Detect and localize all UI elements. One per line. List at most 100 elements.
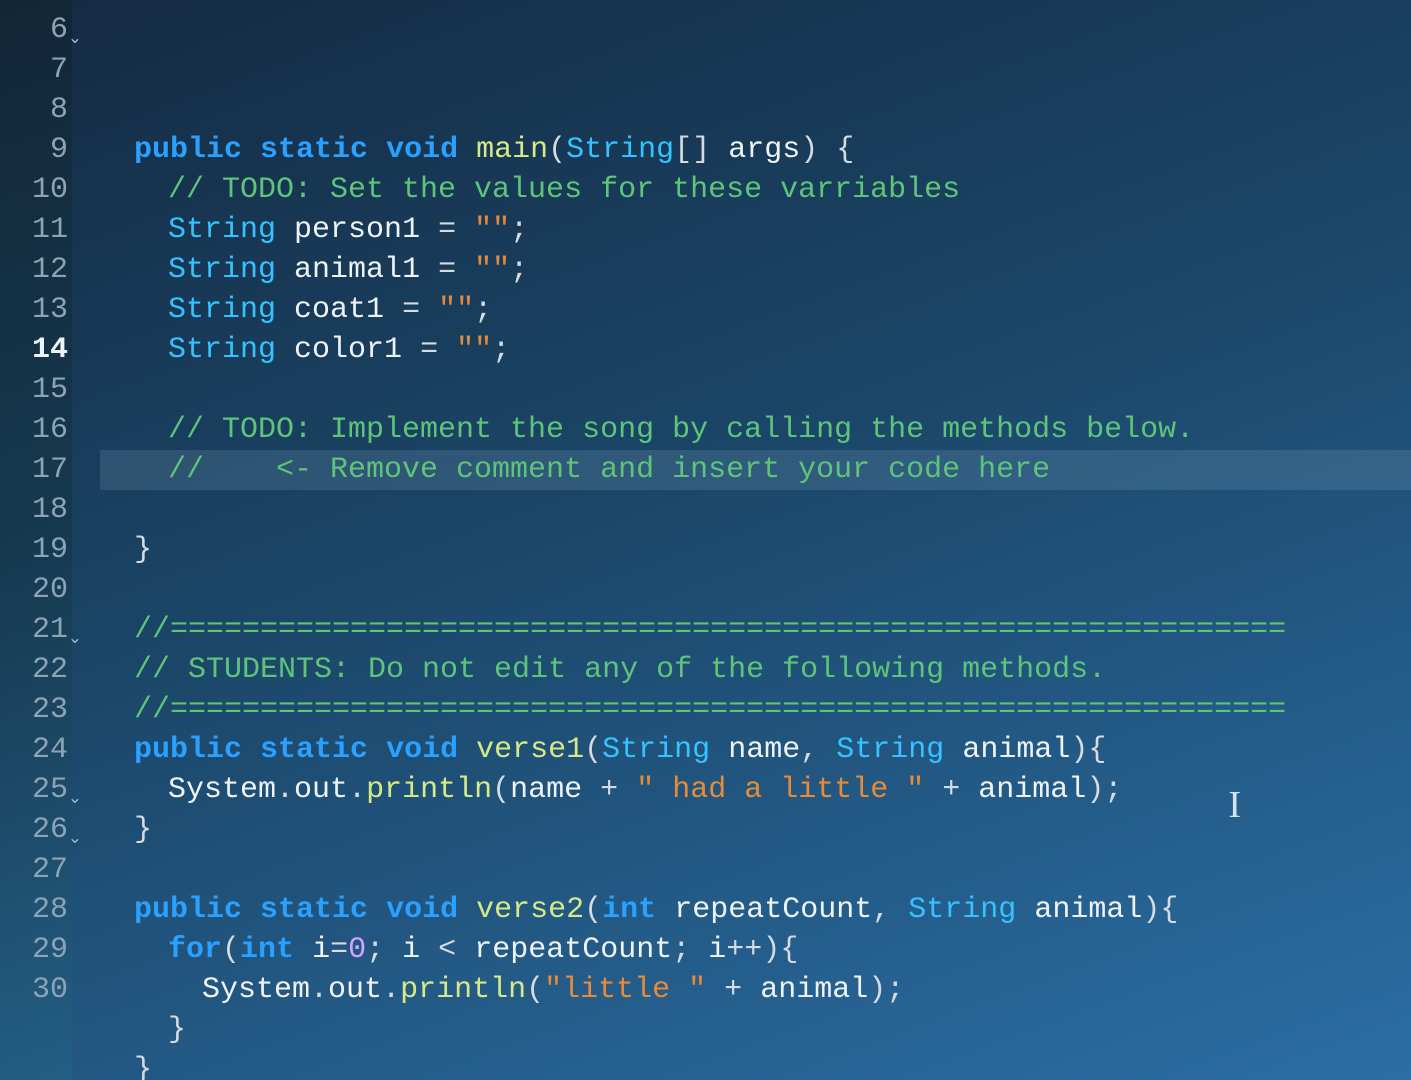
token-pn: ; [886, 973, 904, 1007]
token-id: System [202, 973, 310, 1007]
line-number[interactable]: 12 [0, 250, 68, 290]
line-number[interactable]: 27 [0, 850, 68, 890]
line-number[interactable]: 6⌄ [0, 10, 68, 50]
token-cm: // TODO: Implement the song by calling t… [168, 413, 1194, 447]
token-st: "" [474, 253, 510, 287]
line-number-gutter[interactable]: 6⌄789101112131415161718192021⌄22232425⌄2… [0, 0, 72, 1080]
code-line[interactable]: } [100, 530, 1411, 570]
line-number[interactable]: 23 [0, 690, 68, 730]
code-line[interactable]: } [100, 1050, 1411, 1080]
token-op: ++ [726, 933, 762, 967]
token-cm: //======================================… [134, 693, 1286, 727]
code-line[interactable]: String person1 = ""; [100, 210, 1411, 250]
token-pn: ; [492, 333, 510, 367]
token-kw: for [168, 933, 222, 967]
code-line[interactable]: // TODO: Implement the song by calling t… [100, 410, 1411, 450]
token-pn: ( [584, 733, 602, 767]
token-pn: . [382, 973, 400, 1007]
line-number[interactable]: 18 [0, 490, 68, 530]
line-number[interactable]: 20 [0, 570, 68, 610]
line-number[interactable]: 25⌄ [0, 770, 68, 810]
token-pn: ) [1070, 733, 1088, 767]
token-id: i [402, 933, 420, 967]
token-cm: // <- Remove comment and insert your cod… [168, 453, 1050, 487]
code-line[interactable]: public static void verse1(String name, S… [100, 730, 1411, 770]
token-kw: int [602, 893, 656, 927]
token-id: name [728, 733, 800, 767]
code-line[interactable]: } [100, 810, 1411, 850]
line-number[interactable]: 17 [0, 450, 68, 490]
code-line[interactable]: String coat1 = ""; [100, 290, 1411, 330]
code-line[interactable]: //======================================… [100, 690, 1411, 730]
token-tp: String [602, 733, 710, 767]
token-id: animal [760, 973, 868, 1007]
line-number[interactable]: 11 [0, 210, 68, 250]
token-id: i [708, 933, 726, 967]
line-number[interactable]: 22 [0, 650, 68, 690]
line-number[interactable]: 7 [0, 50, 68, 90]
token-id: repeatCount [674, 893, 872, 927]
code-line[interactable]: String color1 = ""; [100, 330, 1411, 370]
code-line[interactable]: System.out.println(name + " had a little… [100, 770, 1411, 810]
token-pn: ) [868, 973, 886, 1007]
line-number[interactable]: 13 [0, 290, 68, 330]
token-kw: public [134, 133, 242, 167]
code-line[interactable]: String animal1 = ""; [100, 250, 1411, 290]
token-pn: } [134, 1053, 152, 1080]
token-kw: static [260, 893, 368, 927]
code-line[interactable]: for(int i=0; i < repeatCount; i++){ [100, 930, 1411, 970]
code-line[interactable]: // TODO: Set the values for these varria… [100, 170, 1411, 210]
token-id: animal1 [294, 253, 420, 287]
line-number[interactable]: 24 [0, 730, 68, 770]
code-line[interactable]: } [100, 1010, 1411, 1050]
line-number[interactable]: 10 [0, 170, 68, 210]
token-pn: ; [474, 293, 492, 327]
code-line[interactable]: public static void verse2(int repeatCoun… [100, 890, 1411, 930]
line-number[interactable]: 19 [0, 530, 68, 570]
token-id: out [328, 973, 382, 1007]
line-number[interactable]: 15 [0, 370, 68, 410]
line-number[interactable]: 14 [0, 330, 68, 370]
token-pn: { [1160, 893, 1178, 927]
line-number[interactable]: 9 [0, 130, 68, 170]
token-fn: main [476, 133, 548, 167]
line-number[interactable]: 29 [0, 930, 68, 970]
token-pn: ) [1086, 773, 1104, 807]
code-line[interactable]: // STUDENTS: Do not edit any of the foll… [100, 650, 1411, 690]
token-id: i [312, 933, 330, 967]
token-id: color1 [294, 333, 402, 367]
line-number[interactable]: 21⌄ [0, 610, 68, 650]
line-number[interactable]: 26⌄ [0, 810, 68, 850]
token-pn: ) [762, 933, 780, 967]
token-pn: ; [366, 933, 384, 967]
code-line[interactable] [100, 490, 1411, 530]
line-number[interactable]: 30 [0, 970, 68, 1010]
code-line[interactable]: //======================================… [100, 610, 1411, 650]
token-st: "" [456, 333, 492, 367]
token-pn: } [134, 533, 152, 567]
token-pn: ( [548, 133, 566, 167]
token-pn: [] [674, 133, 710, 167]
token-pn: ; [1104, 773, 1122, 807]
code-line[interactable] [100, 370, 1411, 410]
token-st: " had a little " [636, 773, 924, 807]
token-cm: // TODO: Set the values for these varria… [168, 173, 960, 207]
line-number[interactable]: 16 [0, 410, 68, 450]
code-line[interactable]: System.out.println("little " + animal); [100, 970, 1411, 1010]
token-tp: String [168, 253, 276, 287]
code-line[interactable] [100, 570, 1411, 610]
code-area[interactable]: I public static void main(String[] args)… [72, 0, 1411, 1080]
line-number[interactable]: 28 [0, 890, 68, 930]
token-pn: , [872, 893, 890, 927]
line-number[interactable]: 8 [0, 90, 68, 130]
token-kw: static [260, 133, 368, 167]
token-fn: verse2 [476, 893, 584, 927]
token-id: animal [962, 733, 1070, 767]
code-editor[interactable]: 6⌄789101112131415161718192021⌄22232425⌄2… [0, 0, 1411, 1080]
code-line[interactable]: public static void main(String[] args) { [100, 130, 1411, 170]
code-line[interactable]: // <- Remove comment and insert your cod… [100, 450, 1411, 490]
token-op: = [330, 933, 348, 967]
token-pn: ( [584, 893, 602, 927]
code-line[interactable] [100, 850, 1411, 890]
token-pn: ; [672, 933, 690, 967]
